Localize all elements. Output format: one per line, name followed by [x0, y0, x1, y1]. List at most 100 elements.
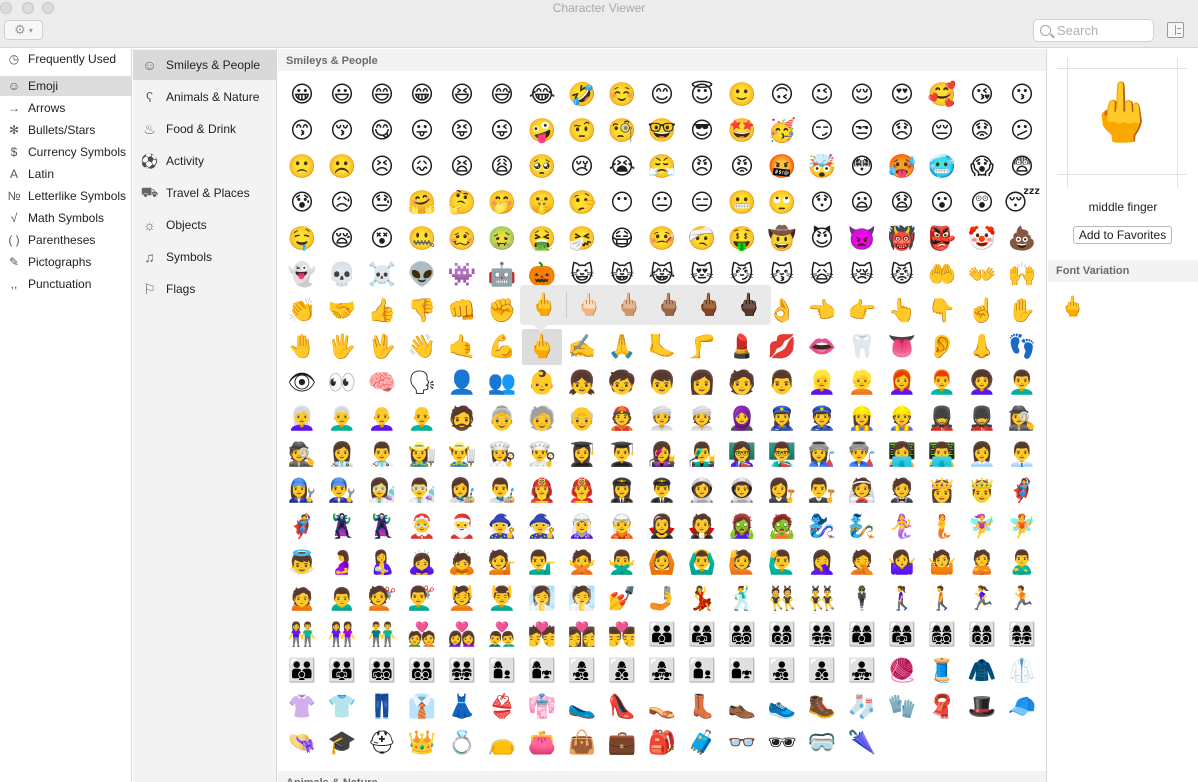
emoji-cell[interactable]: 👩‍❤️‍💋‍👩 [562, 617, 602, 653]
emoji-cell[interactable]: 👨‍💼 [1002, 437, 1042, 473]
emoji-cell[interactable]: 😇 [682, 77, 722, 113]
emoji-cell[interactable]: ⛑ [362, 725, 402, 761]
emoji-cell[interactable]: 💇‍♂️ [402, 581, 442, 617]
emoji-cell[interactable]: 👵 [482, 401, 522, 437]
emoji-cell[interactable]: 👩‍🦳 [282, 401, 322, 437]
category-travel-places[interactable]: ⛟ Travel & Places [133, 178, 276, 208]
emoji-cell[interactable]: 🧜‍♀️ [882, 509, 922, 545]
emoji-cell[interactable]: 🧔 [442, 401, 482, 437]
emoji-cell[interactable]: 😾 [882, 257, 922, 293]
emoji-cell[interactable]: 🙆 [642, 545, 682, 581]
category-activity[interactable]: ⚽ Activity [133, 146, 276, 176]
emoji-cell[interactable]: 👨‍🦰 [922, 365, 962, 401]
emoji-cell[interactable]: 🤶 [402, 509, 442, 545]
emoji-cell[interactable]: 👐 [962, 257, 1002, 293]
emoji-cell[interactable]: 👷‍♀️ [842, 401, 882, 437]
emoji-cell[interactable]: ☹️ [322, 149, 362, 185]
emoji-cell[interactable]: 😠 [682, 149, 722, 185]
emoji-cell[interactable]: 👭 [322, 617, 362, 653]
emoji-cell[interactable]: 😨 [1002, 149, 1042, 185]
emoji-cell[interactable]: 👩‍👩‍👧 [882, 617, 922, 653]
sidebar-item-bullets-stars[interactable]: ✻ Bullets/Stars [0, 120, 131, 140]
emoji-cell[interactable]: 😎 [682, 113, 722, 149]
emoji-cell[interactable]: 🧛‍♀️ [642, 509, 682, 545]
emoji-cell[interactable]: 🤷‍♀️ [882, 545, 922, 581]
emoji-cell[interactable]: 👩‍👩‍👦‍👦 [962, 617, 1002, 653]
emoji-cell[interactable]: 🤦‍♀️ [802, 545, 842, 581]
skin-tone-variant[interactable]: 🖕 [524, 289, 564, 321]
emoji-cell[interactable]: 🥾 [802, 689, 842, 725]
emoji-cell[interactable]: 💋 [762, 329, 802, 365]
emoji-cell[interactable]: 🤑 [722, 221, 762, 257]
emoji-cell[interactable]: 👨‍👨‍👧 [322, 653, 362, 689]
emoji-cell[interactable]: 🥴 [442, 221, 482, 257]
emoji-cell[interactable]: 💑 [402, 617, 442, 653]
emoji-cell[interactable]: 👨‍🚀 [722, 473, 762, 509]
emoji-cell[interactable]: 👍 [362, 293, 402, 329]
emoji-cell[interactable]: 👨‍👩‍👦‍👦 [762, 617, 802, 653]
emoji-cell[interactable]: 🤠 [762, 221, 802, 257]
emoji-cell[interactable]: 🦸 [282, 509, 322, 545]
emoji-cell[interactable]: 🤙 [442, 329, 482, 365]
emoji-cell[interactable]: 👩‍⚕️ [322, 437, 362, 473]
sidebar-item-math-symbols[interactable]: √ Math Symbols [0, 208, 131, 228]
emoji-cell[interactable]: 😐 [642, 185, 682, 221]
emoji-cell[interactable]: 😲 [962, 185, 1002, 221]
emoji-cell[interactable]: 😍 [882, 77, 922, 113]
emoji-cell[interactable]: 🧝 [602, 509, 642, 545]
emoji-cell[interactable]: 👰 [842, 473, 882, 509]
emoji-cell[interactable]: ☝️ [962, 293, 1002, 329]
category-animals-nature[interactable]: ʕ Animals & Nature [133, 82, 276, 112]
emoji-cell[interactable]: 😃 [322, 77, 362, 113]
emoji-cell[interactable]: 😏 [802, 113, 842, 149]
emoji-cell[interactable]: 👩‍💻 [882, 437, 922, 473]
sidebar-item-frequently-used[interactable]: ◷ Frequently Used [0, 49, 131, 69]
skin-tone-variant[interactable]: 🖕🏻 [569, 289, 609, 321]
emoji-cell[interactable]: 🧜 [922, 509, 962, 545]
emoji-cell[interactable]: ✊ [482, 293, 522, 329]
emoji-cell[interactable]: 🙆‍♂️ [682, 545, 722, 581]
emoji-cell[interactable]: 👜 [562, 725, 602, 761]
emoji-cell[interactable]: 🤒 [642, 221, 682, 257]
emoji-cell[interactable]: 💏 [522, 617, 562, 653]
emoji-cell[interactable]: 👩‍❤️‍👩 [442, 617, 482, 653]
emoji-cell[interactable]: 👒 [282, 725, 322, 761]
emoji-cell[interactable]: 😒 [842, 113, 882, 149]
emoji-cell[interactable]: 🤡 [962, 221, 1002, 257]
collapse-view-button[interactable] [1167, 22, 1184, 38]
emoji-cell[interactable]: 👩‍🌾 [402, 437, 442, 473]
emoji-cell[interactable]: 🥰 [922, 77, 962, 113]
emoji-cell[interactable]: 🙋‍♂️ [762, 545, 802, 581]
emoji-cell[interactable]: 💇 [362, 581, 402, 617]
emoji-cell[interactable]: 😷 [602, 221, 642, 257]
emoji-cell[interactable]: 👩‍🎤 [642, 437, 682, 473]
emoji-cell[interactable]: 😓 [362, 185, 402, 221]
emoji-cell[interactable]: 💆‍♂️ [482, 581, 522, 617]
emoji-cell[interactable]: 👩‍🚒 [522, 473, 562, 509]
emoji-cell[interactable]: 🎅 [442, 509, 482, 545]
emoji-cell[interactable]: 😆 [442, 77, 482, 113]
emoji-cell[interactable]: 😣 [362, 149, 402, 185]
emoji-cell[interactable]: 👼 [282, 545, 322, 581]
emoji-cell[interactable]: 👨‍👨‍👦‍👦 [402, 653, 442, 689]
emoji-cell[interactable]: 🤯 [802, 149, 842, 185]
emoji-cell[interactable]: 👩‍🔧 [282, 473, 322, 509]
emoji-cell[interactable]: 😢 [562, 149, 602, 185]
emoji-cell[interactable]: 😑 [682, 185, 722, 221]
emoji-cell[interactable]: 🧖‍♀️ [522, 581, 562, 617]
emoji-cell[interactable]: 😄 [362, 77, 402, 113]
emoji-cell[interactable]: 👻 [282, 257, 322, 293]
emoji-cell[interactable]: 🙅 [562, 545, 602, 581]
emoji-cell[interactable]: 🧙 [522, 509, 562, 545]
emoji-cell[interactable]: 😋 [362, 113, 402, 149]
sidebar-item-arrows[interactable]: → Arrows [0, 98, 131, 118]
emoji-cell[interactable]: 😟 [962, 113, 1002, 149]
emoji-cell[interactable]: 🏃‍♀️ [962, 581, 1002, 617]
emoji-cell[interactable]: 👏 [282, 293, 322, 329]
emoji-cell[interactable]: 🧟 [762, 509, 802, 545]
sidebar-item-currency-symbols[interactable]: $ Currency Symbols [0, 142, 131, 162]
category-flags[interactable]: ⚐ Flags [133, 274, 276, 304]
emoji-cell[interactable]: 😛 [402, 113, 442, 149]
emoji-cell[interactable]: 👯‍♂️ [802, 581, 842, 617]
emoji-cell[interactable]: 👩‍👧‍👦 [562, 653, 602, 689]
